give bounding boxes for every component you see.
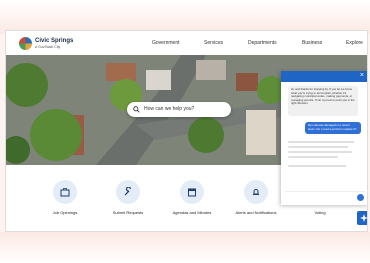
nav-business[interactable]: Business xyxy=(302,40,322,46)
briefcase-icon xyxy=(60,188,70,197)
website-frame: Civic Springs A GovStack City Government… xyxy=(5,30,368,232)
quick-label-alerts[interactable]: Alerts and Notifications xyxy=(231,210,281,215)
chat-toggle-button[interactable] xyxy=(357,211,367,225)
bottom-band xyxy=(0,232,370,263)
loading-line xyxy=(288,151,352,153)
user-message: My mail was damaged in a recent storm. D… xyxy=(305,122,361,134)
site-header: Civic Springs A GovStack City Government… xyxy=(6,31,367,55)
send-icon[interactable] xyxy=(357,194,364,201)
city-logo-icon[interactable] xyxy=(19,37,32,50)
quick-label-job-openings[interactable]: Job Openings xyxy=(40,210,90,215)
search-input[interactable]: How can we help you? xyxy=(144,106,194,112)
quick-link-submit-requests[interactable] xyxy=(116,180,140,204)
chat-header: × xyxy=(281,71,367,82)
wrench-icon xyxy=(124,187,132,196)
calendar-icon xyxy=(188,188,196,197)
quick-label-submit-requests[interactable]: Submit Requests xyxy=(103,210,153,215)
nav-government[interactable]: Government xyxy=(152,40,180,46)
loading-line xyxy=(288,146,348,148)
top-band xyxy=(0,0,370,34)
sparkle-icon xyxy=(360,214,367,222)
chat-input[interactable] xyxy=(285,191,365,201)
nav-departments[interactable]: Departments xyxy=(248,40,277,46)
logo-name[interactable]: Civic Springs xyxy=(35,38,73,44)
loading-line xyxy=(288,156,338,158)
site-search[interactable]: How can we help you? xyxy=(127,102,231,117)
search-icon xyxy=(133,106,140,113)
loading-line xyxy=(288,165,346,167)
bot-message: Hi, and thanks for stopping by. If you l… xyxy=(288,86,358,116)
close-icon[interactable]: × xyxy=(360,72,364,79)
nav-explore[interactable]: Explore xyxy=(346,40,363,46)
loading-line xyxy=(288,141,354,143)
quick-label-agendas[interactable]: Agendas and Minutes xyxy=(167,210,217,215)
quick-link-alerts[interactable] xyxy=(244,180,268,204)
nav-services[interactable]: Services xyxy=(204,40,223,46)
quick-label-voting[interactable]: Voting xyxy=(295,210,345,215)
chat-panel: × Hi, and thanks for stopping by. If you… xyxy=(281,71,367,205)
logo-tagline: A GovStack City xyxy=(35,45,61,49)
bell-icon xyxy=(253,189,259,195)
quick-link-job-openings[interactable] xyxy=(53,180,77,204)
quick-link-agendas[interactable] xyxy=(180,180,204,204)
